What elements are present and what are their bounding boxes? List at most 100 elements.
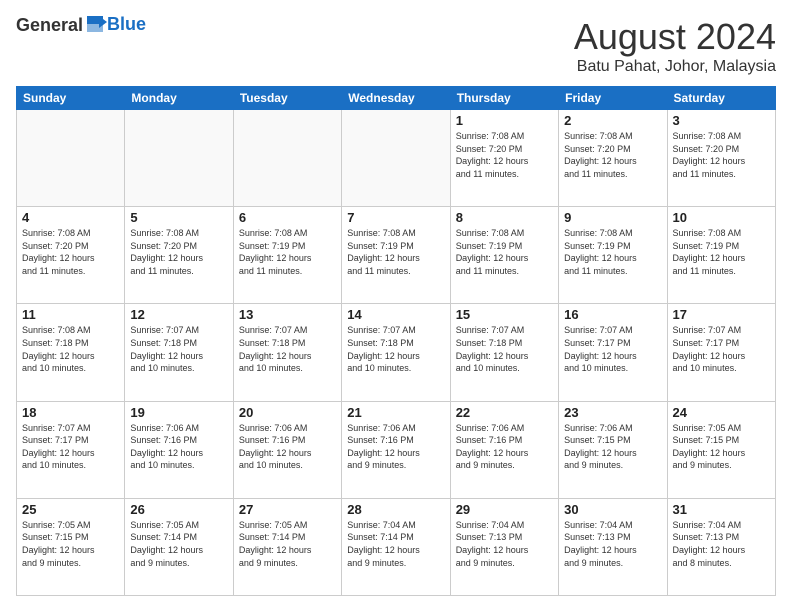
logo-text: General bbox=[16, 16, 107, 36]
day-info: Sunrise: 7:04 AMSunset: 7:13 PMDaylight:… bbox=[456, 519, 553, 569]
day-info: Sunrise: 7:08 AMSunset: 7:18 PMDaylight:… bbox=[22, 324, 119, 374]
table-row: 30Sunrise: 7:04 AMSunset: 7:13 PMDayligh… bbox=[559, 498, 667, 595]
table-row: 20 Sunrise: 7:06 AMSunset: 7:16 PMDayligh… bbox=[233, 401, 341, 498]
day-number: 13 bbox=[239, 307, 336, 322]
day-number: 4 bbox=[22, 210, 119, 225]
day-info: Sunrise: 7:05 AMSunset: 7:15 PMDaylight:… bbox=[673, 422, 770, 472]
day-info: Sunrise: 7:04 AMSunset: 7:13 PMDaylight:… bbox=[564, 519, 661, 569]
table-row: 15 Sunrise: 7:07 AMSunset: 7:18 PMDayligh… bbox=[450, 304, 558, 401]
table-row: 8 Sunrise: 7:08 AMSunset: 7:19 PMDaylight… bbox=[450, 207, 558, 304]
day-info: Sunrise: 7:08 AMSunset: 7:19 PMDaylight:… bbox=[673, 227, 770, 277]
day-number: 21 bbox=[347, 405, 444, 420]
table-row: 14Sunrise: 7:07 AMSunset: 7:18 PMDayligh… bbox=[342, 304, 450, 401]
day-number: 19 bbox=[130, 405, 227, 420]
table-row: 25 Sunrise: 7:05 AMSunset: 7:15 PMDayligh… bbox=[17, 498, 125, 595]
table-row: 10 Sunrise: 7:08 AMSunset: 7:19 PMDayligh… bbox=[667, 207, 775, 304]
day-info: Sunrise: 7:08 AMSunset: 7:20 PMDaylight:… bbox=[456, 130, 553, 180]
day-number: 17 bbox=[673, 307, 770, 322]
location-title: Batu Pahat, Johor, Malaysia bbox=[574, 58, 776, 76]
day-number: 3 bbox=[673, 113, 770, 128]
day-info: Sunrise: 7:08 AMSunset: 7:20 PMDaylight:… bbox=[673, 130, 770, 180]
header: General Blue August 2024 Batu Pahat, Joh… bbox=[16, 16, 776, 76]
calendar-week-1: 4 Sunrise: 7:08 AMSunset: 7:20 PMDaylight… bbox=[17, 207, 776, 304]
logo-general: General bbox=[16, 15, 83, 35]
table-row bbox=[342, 110, 450, 207]
day-number: 26 bbox=[130, 502, 227, 517]
col-friday: Friday bbox=[559, 87, 667, 110]
logo-wordmark: General Blue bbox=[16, 16, 146, 36]
table-row: 24Sunrise: 7:05 AMSunset: 7:15 PMDayligh… bbox=[667, 401, 775, 498]
table-row: 5Sunrise: 7:08 AMSunset: 7:20 PMDaylight… bbox=[125, 207, 233, 304]
day-number: 18 bbox=[22, 405, 119, 420]
day-number: 27 bbox=[239, 502, 336, 517]
day-info: Sunrise: 7:08 AMSunset: 7:19 PMDaylight:… bbox=[456, 227, 553, 277]
table-row: 26 Sunrise: 7:05 AMSunset: 7:14 PMDayligh… bbox=[125, 498, 233, 595]
day-number: 15 bbox=[456, 307, 553, 322]
table-row: 18 Sunrise: 7:07 AMSunset: 7:17 PMDayligh… bbox=[17, 401, 125, 498]
day-number: 29 bbox=[456, 502, 553, 517]
calendar-body: 1 Sunrise: 7:08 AMSunset: 7:20 PMDaylight… bbox=[17, 110, 776, 596]
day-info: Sunrise: 7:08 AMSunset: 7:20 PMDaylight:… bbox=[130, 227, 227, 277]
day-number: 25 bbox=[22, 502, 119, 517]
table-row: 27Sunrise: 7:05 AMSunset: 7:14 PMDayligh… bbox=[233, 498, 341, 595]
day-info: Sunrise: 7:08 AMSunset: 7:19 PMDaylight:… bbox=[347, 227, 444, 277]
table-row: 22Sunrise: 7:06 AMSunset: 7:16 PMDayligh… bbox=[450, 401, 558, 498]
day-info: Sunrise: 7:04 AMSunset: 7:13 PMDaylight:… bbox=[673, 519, 770, 569]
day-number: 28 bbox=[347, 502, 444, 517]
table-row: 29 Sunrise: 7:04 AMSunset: 7:13 PMDayligh… bbox=[450, 498, 558, 595]
day-info: Sunrise: 7:05 AMSunset: 7:14 PMDaylight:… bbox=[130, 519, 227, 569]
day-number: 10 bbox=[673, 210, 770, 225]
calendar-table: Sunday Monday Tuesday Wednesday Thursday… bbox=[16, 86, 776, 596]
day-number: 16 bbox=[564, 307, 661, 322]
table-row: 31 Sunrise: 7:04 AMSunset: 7:13 PMDayligh… bbox=[667, 498, 775, 595]
table-row: 13 Sunrise: 7:07 AMSunset: 7:18 PMDayligh… bbox=[233, 304, 341, 401]
table-row: 3 Sunrise: 7:08 AMSunset: 7:20 PMDaylight… bbox=[667, 110, 775, 207]
table-row: 19Sunrise: 7:06 AMSunset: 7:16 PMDayligh… bbox=[125, 401, 233, 498]
table-row bbox=[17, 110, 125, 207]
day-number: 7 bbox=[347, 210, 444, 225]
col-saturday: Saturday bbox=[667, 87, 775, 110]
day-info: Sunrise: 7:07 AMSunset: 7:17 PMDaylight:… bbox=[564, 324, 661, 374]
table-row bbox=[125, 110, 233, 207]
day-number: 6 bbox=[239, 210, 336, 225]
table-row: 12Sunrise: 7:07 AMSunset: 7:18 PMDayligh… bbox=[125, 304, 233, 401]
table-row: 2 Sunrise: 7:08 AMSunset: 7:20 PMDaylight… bbox=[559, 110, 667, 207]
day-info: Sunrise: 7:04 AMSunset: 7:14 PMDaylight:… bbox=[347, 519, 444, 569]
page: General Blue August 2024 Batu Pahat, Joh… bbox=[0, 0, 792, 612]
day-info: Sunrise: 7:08 AMSunset: 7:20 PMDaylight:… bbox=[564, 130, 661, 180]
logo-blue: Blue bbox=[107, 15, 146, 35]
day-number: 1 bbox=[456, 113, 553, 128]
table-row: 21Sunrise: 7:06 AMSunset: 7:16 PMDayligh… bbox=[342, 401, 450, 498]
day-info: Sunrise: 7:08 AMSunset: 7:20 PMDaylight:… bbox=[22, 227, 119, 277]
table-row: 7 Sunrise: 7:08 AMSunset: 7:19 PMDaylight… bbox=[342, 207, 450, 304]
day-info: Sunrise: 7:07 AMSunset: 7:18 PMDaylight:… bbox=[130, 324, 227, 374]
day-info: Sunrise: 7:07 AMSunset: 7:18 PMDaylight:… bbox=[239, 324, 336, 374]
day-info: Sunrise: 7:06 AMSunset: 7:15 PMDaylight:… bbox=[564, 422, 661, 472]
day-number: 2 bbox=[564, 113, 661, 128]
day-number: 9 bbox=[564, 210, 661, 225]
table-row: 23Sunrise: 7:06 AMSunset: 7:15 PMDayligh… bbox=[559, 401, 667, 498]
table-row: 6Sunrise: 7:08 AMSunset: 7:19 PMDaylight… bbox=[233, 207, 341, 304]
day-info: Sunrise: 7:06 AMSunset: 7:16 PMDaylight:… bbox=[456, 422, 553, 472]
calendar-week-4: 25 Sunrise: 7:05 AMSunset: 7:15 PMDayligh… bbox=[17, 498, 776, 595]
day-number: 8 bbox=[456, 210, 553, 225]
table-row: 1 Sunrise: 7:08 AMSunset: 7:20 PMDaylight… bbox=[450, 110, 558, 207]
day-info: Sunrise: 7:05 AMSunset: 7:15 PMDaylight:… bbox=[22, 519, 119, 569]
calendar-header-row: Sunday Monday Tuesday Wednesday Thursday… bbox=[17, 87, 776, 110]
day-info: Sunrise: 7:08 AMSunset: 7:19 PMDaylight:… bbox=[564, 227, 661, 277]
table-row bbox=[233, 110, 341, 207]
table-row: 4 Sunrise: 7:08 AMSunset: 7:20 PMDaylight… bbox=[17, 207, 125, 304]
day-info: Sunrise: 7:07 AMSunset: 7:17 PMDaylight:… bbox=[673, 324, 770, 374]
table-row: 28 Sunrise: 7:04 AMSunset: 7:14 PMDayligh… bbox=[342, 498, 450, 595]
col-tuesday: Tuesday bbox=[233, 87, 341, 110]
col-monday: Monday bbox=[125, 87, 233, 110]
month-title: August 2024 bbox=[574, 16, 776, 58]
table-row: 9 Sunrise: 7:08 AMSunset: 7:19 PMDaylight… bbox=[559, 207, 667, 304]
day-info: Sunrise: 7:06 AMSunset: 7:16 PMDaylight:… bbox=[239, 422, 336, 472]
day-info: Sunrise: 7:07 AMSunset: 7:18 PMDaylight:… bbox=[456, 324, 553, 374]
day-number: 20 bbox=[239, 405, 336, 420]
day-info: Sunrise: 7:07 AMSunset: 7:17 PMDaylight:… bbox=[22, 422, 119, 472]
day-number: 11 bbox=[22, 307, 119, 322]
day-number: 31 bbox=[673, 502, 770, 517]
table-row: 16 Sunrise: 7:07 AMSunset: 7:17 PMDayligh… bbox=[559, 304, 667, 401]
